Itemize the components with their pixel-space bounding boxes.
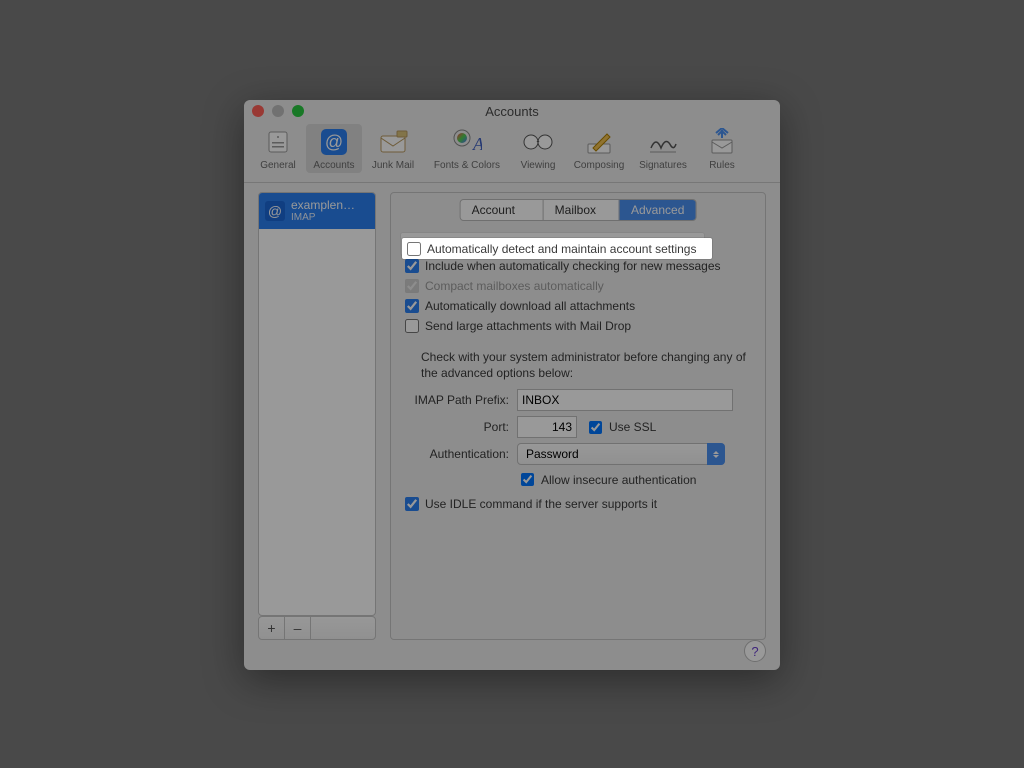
port-input[interactable] [517,416,577,438]
minimize-icon[interactable] [272,105,284,117]
zoom-icon[interactable] [292,105,304,117]
imap-prefix-input[interactable] [517,389,733,411]
preferences-window: Accounts General @ Accounts Junk Mail A … [244,100,780,670]
tab-mailbox-behaviors[interactable]: Mailbox Behaviors [543,200,619,220]
account-list-wrap: @ examplen… IMAP + – [258,192,376,640]
viewing-icon [522,126,554,158]
tab-bar: Account Information Mailbox Behaviors Ad… [460,199,697,221]
auth-row: Authentication: Password [397,443,759,465]
traffic-lights [252,105,304,117]
toolbar-item-accounts[interactable]: @ Accounts [306,124,362,173]
account-row[interactable]: @ examplen… IMAP [259,193,375,229]
toolbar-item-viewing[interactable]: Viewing [510,124,566,173]
account-name: examplen… [291,199,355,212]
at-icon: @ [265,201,285,221]
help-button[interactable]: ? [744,640,766,662]
toolbar-item-junk[interactable]: Junk Mail [362,124,424,173]
auto-download-checkbox[interactable] [405,299,419,313]
auth-select[interactable]: Password [517,443,725,465]
tab-advanced[interactable]: Advanced [619,200,695,220]
auto-detect-row: Automatically detect and maintain accoun… [401,233,704,255]
fonts-icon: A [451,126,483,158]
account-proto: IMAP [291,212,355,223]
use-idle-checkbox[interactable] [405,497,419,511]
toolbar-item-fonts[interactable]: A Fonts & Colors [424,124,510,173]
compact-checkbox [405,279,419,293]
toolbar-item-general[interactable]: General [250,124,306,173]
allow-insecure-checkbox[interactable] [521,473,534,486]
toolbar-item-signatures[interactable]: Signatures [632,124,694,173]
toolbar-item-composing[interactable]: Composing [566,124,632,173]
add-account-button[interactable]: + [259,617,285,639]
port-row: Port: Use SSL [397,416,759,438]
svg-text:@: @ [325,132,343,152]
svg-text:A: A [472,134,482,154]
close-icon[interactable] [252,105,264,117]
auto-detect-checkbox[interactable] [409,238,422,251]
auto-detect-label: Automatically detect and maintain accoun… [431,237,700,251]
rules-icon [706,126,738,158]
use-idle-row: Use IDLE command if the server supports … [405,495,759,513]
titlebar: Accounts [244,100,780,122]
junk-icon [377,126,409,158]
remove-account-button[interactable]: – [285,617,311,639]
at-icon: @ [318,126,350,158]
toolbar: General @ Accounts Junk Mail A Fonts & C… [244,122,780,183]
advanced-form: Automatically detect and maintain accoun… [397,233,759,633]
toolbar-item-rules[interactable]: Rules [694,124,750,173]
compact-row: Compact mailboxes automatically [405,277,759,295]
maildrop-row: Send large attachments with Mail Drop [405,317,759,335]
include-check-row: Include when automatically checking for … [405,257,759,275]
signatures-icon [647,126,679,158]
content: @ examplen… IMAP + – Account Information… [244,182,780,670]
tab-account-information[interactable]: Account Information [461,200,543,220]
imap-prefix-row: IMAP Path Prefix: [397,389,759,411]
account-list-footer: + – [258,616,376,640]
maildrop-checkbox[interactable] [405,319,419,333]
settings-panel: Account Information Mailbox Behaviors Ad… [390,192,766,640]
admin-note: Check with your system administrator bef… [421,349,749,381]
auto-download-row: Automatically download all attachments [405,297,759,315]
include-check-checkbox[interactable] [405,259,419,273]
composing-icon [583,126,615,158]
use-ssl-checkbox[interactable] [589,421,602,434]
general-icon [262,126,294,158]
auth-select-wrap[interactable]: Password [517,443,725,465]
account-list[interactable]: @ examplen… IMAP [258,192,376,616]
window-title: Accounts [244,104,780,119]
allow-insecure-row: Allow insecure authentication [397,470,759,489]
